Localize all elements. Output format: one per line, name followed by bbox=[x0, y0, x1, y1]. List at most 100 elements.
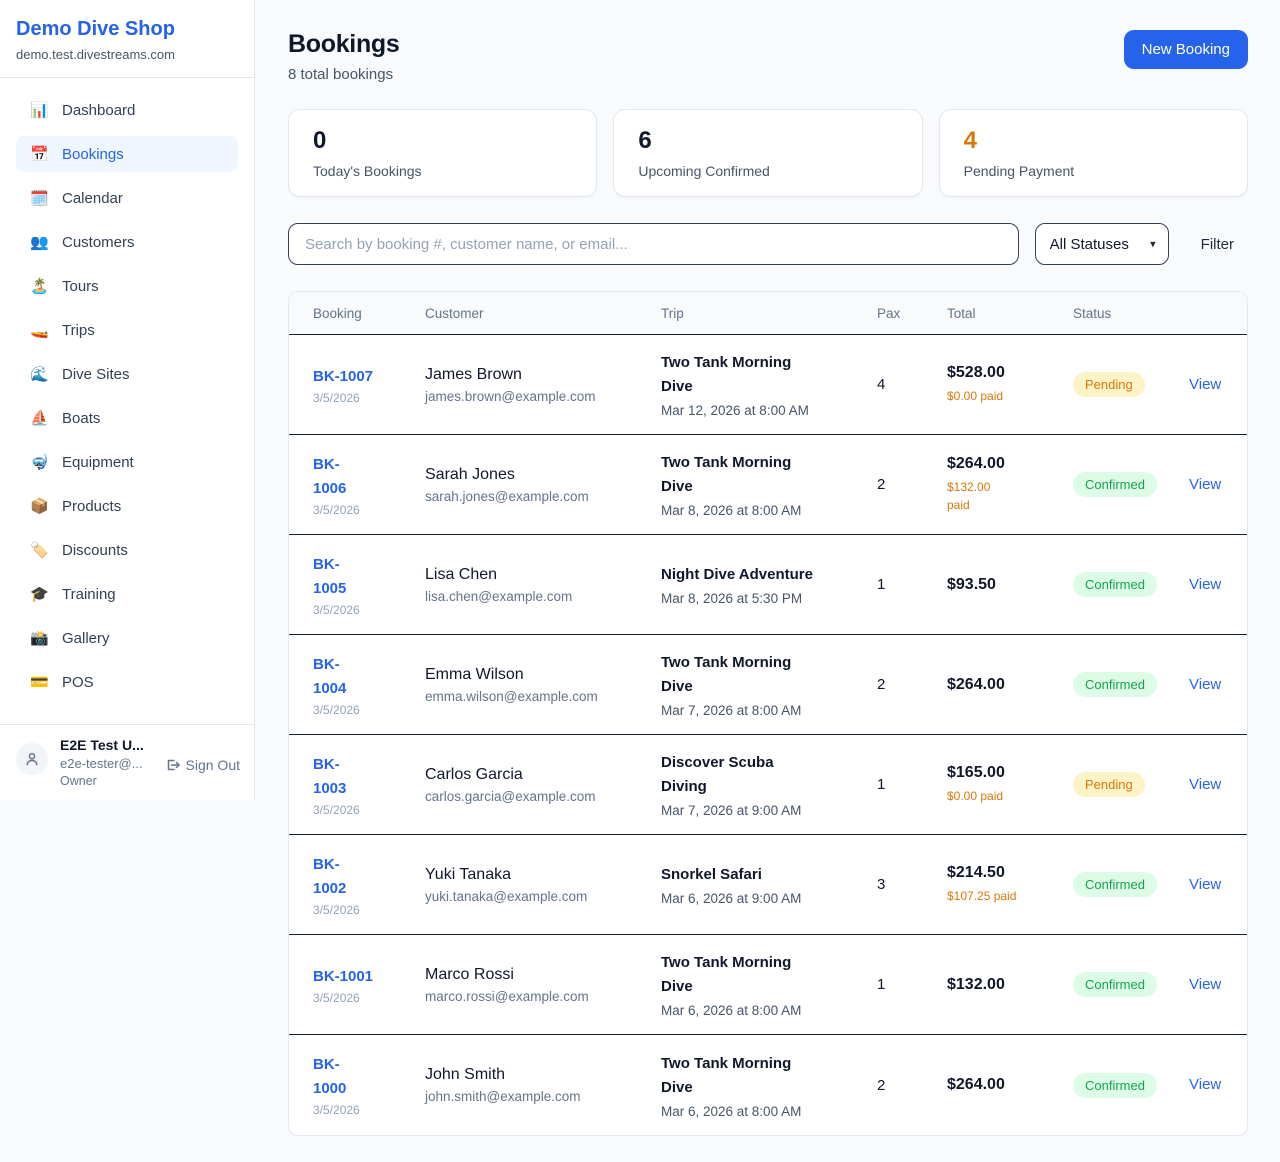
pax-count: 1 bbox=[877, 976, 947, 993]
table-row: BK-10013/5/2026Marco Rossimarco.rossi@ex… bbox=[289, 935, 1247, 1035]
customers-icon: 👥 bbox=[30, 233, 49, 251]
paid-amount: $107.25 paid bbox=[947, 887, 1073, 905]
sidebar-item-label: Customers bbox=[62, 234, 135, 251]
trip-name: Two Tank Morning Dive bbox=[661, 951, 877, 999]
booking-id-link[interactable]: BK- 1004 bbox=[313, 656, 346, 697]
pax-count: 2 bbox=[877, 476, 947, 493]
sidebar-item-equipment[interactable]: 🤿Equipment bbox=[16, 444, 238, 480]
pax-count: 2 bbox=[877, 1077, 947, 1094]
sidebar-item-gallery[interactable]: 📸Gallery bbox=[16, 620, 238, 656]
total-amount: $264.00 bbox=[947, 1076, 1073, 1094]
stats-cards: 0Today's Bookings6Upcoming Confirmed4Pen… bbox=[288, 109, 1248, 197]
booking-id-link[interactable]: BK- 1005 bbox=[313, 556, 346, 597]
customer-email: john.smith@example.com bbox=[425, 1089, 661, 1104]
user-role: Owner bbox=[60, 774, 144, 788]
status-badge: Confirmed bbox=[1073, 872, 1157, 897]
user-info: E2E Test U... e2e-tester@... Owner bbox=[60, 737, 144, 788]
table-row: BK- 10023/5/2026Yuki Tanakayuki.tanaka@e… bbox=[289, 835, 1247, 935]
status-filter-select[interactable]: All Statuses bbox=[1035, 223, 1169, 265]
booking-id-link[interactable]: BK-1007 bbox=[313, 368, 373, 385]
trip-cell: Two Tank Morning DiveMar 6, 2026 at 8:00… bbox=[661, 1052, 877, 1119]
view-link[interactable]: View bbox=[1189, 776, 1221, 793]
col-header-booking: Booking bbox=[313, 306, 425, 321]
filters-toolbar: All Statuses ▾ Filter bbox=[288, 223, 1248, 265]
filter-button[interactable]: Filter bbox=[1187, 228, 1248, 261]
booking-date: 3/5/2026 bbox=[313, 1103, 425, 1117]
trip-datetime: Mar 8, 2026 at 5:30 PM bbox=[661, 591, 877, 606]
booking-id-link[interactable]: BK- 1002 bbox=[313, 856, 346, 897]
total-amount: $93.50 bbox=[947, 576, 1073, 594]
view-link[interactable]: View bbox=[1189, 976, 1221, 993]
total-cell: $264.00 bbox=[947, 676, 1073, 694]
view-link[interactable]: View bbox=[1189, 676, 1221, 693]
booking-date: 3/5/2026 bbox=[313, 991, 425, 1005]
actions-cell: View bbox=[1189, 376, 1223, 394]
sidebar-item-trips[interactable]: 🚤Trips bbox=[16, 312, 238, 348]
sidebar-item-products[interactable]: 📦Products bbox=[16, 488, 238, 524]
booking-date: 3/5/2026 bbox=[313, 503, 425, 517]
trip-datetime: Mar 7, 2026 at 9:00 AM bbox=[661, 803, 877, 818]
actions-cell: View bbox=[1189, 1076, 1223, 1094]
view-link[interactable]: View bbox=[1189, 1076, 1221, 1093]
sidebar-item-boats[interactable]: ⛵Boats bbox=[16, 400, 238, 436]
sidebar-item-pos[interactable]: 💳POS bbox=[16, 664, 238, 700]
status-filter-wrap: All Statuses ▾ bbox=[1035, 223, 1169, 265]
view-link[interactable]: View bbox=[1189, 376, 1221, 393]
booking-id-link[interactable]: BK- 1000 bbox=[313, 1056, 346, 1097]
trip-name: Snorkel Safari bbox=[661, 863, 877, 887]
pax-count: 2 bbox=[877, 676, 947, 693]
status-badge: Confirmed bbox=[1073, 572, 1157, 597]
sign-out-button[interactable]: Sign Out bbox=[164, 757, 240, 773]
bookings-icon: 📅 bbox=[30, 145, 49, 163]
sidebar-item-discounts[interactable]: 🏷️Discounts bbox=[16, 532, 238, 568]
booking-cell: BK- 10033/5/2026 bbox=[313, 753, 425, 817]
paid-amount: $132.00 paid bbox=[947, 478, 1073, 514]
table-row: BK- 1000 3/5/2026John Smithjohn.smith@exa… bbox=[289, 1035, 1247, 1135]
page-title: Bookings bbox=[288, 30, 400, 59]
customer-email: yuki.tanaka@example.com bbox=[425, 889, 661, 904]
sidebar-item-training[interactable]: 🎓Training bbox=[16, 576, 238, 612]
sidebar-item-bookings[interactable]: 📅Bookings bbox=[16, 136, 238, 172]
total-cell: $264.00$132.00 paid bbox=[947, 455, 1073, 514]
dashboard-icon: 📊 bbox=[30, 101, 49, 119]
sidebar-item-customers[interactable]: 👥 Customers bbox=[16, 224, 238, 260]
pax-count: 1 bbox=[877, 776, 947, 793]
sidebar-item-label: Trips bbox=[62, 322, 95, 339]
booking-id-link[interactable]: BK- 1006 bbox=[313, 456, 346, 497]
view-link[interactable]: View bbox=[1189, 576, 1221, 593]
sidebar-item-label: POS bbox=[62, 674, 94, 691]
user-email: e2e-tester@... bbox=[60, 756, 144, 771]
total-amount: $528.00 bbox=[947, 364, 1073, 382]
stat-card-today-s-bookings: 0Today's Bookings bbox=[288, 109, 597, 197]
calendar-icon: 🗓️ bbox=[30, 189, 49, 207]
trip-datetime: Mar 12, 2026 at 8:00 AM bbox=[661, 403, 877, 418]
sidebar-item-dive-sites[interactable]: 🌊Dive Sites bbox=[16, 356, 238, 392]
booking-cell: BK-1001 3/5/2026 bbox=[313, 965, 425, 1005]
trip-cell: Two Tank Morning DiveMar 8, 2026 at 8:00… bbox=[661, 451, 877, 518]
booking-id-link[interactable]: BK-1001 bbox=[313, 968, 373, 985]
booking-cell: BK- 1006 3/5/2026 bbox=[313, 453, 425, 517]
customer-name: Lisa Chen bbox=[425, 566, 661, 584]
sidebar-item-tours[interactable]: 🏝️Tours bbox=[16, 268, 238, 304]
col-header-total: Total bbox=[947, 306, 1073, 321]
status-badge: Pending bbox=[1073, 772, 1145, 797]
sidebar-item-calendar[interactable]: 🗓️Calendar bbox=[16, 180, 238, 216]
customer-email: emma.wilson@example.com bbox=[425, 689, 661, 704]
customer-name: Marco Rossi bbox=[425, 966, 661, 984]
status-badge: Confirmed bbox=[1073, 672, 1157, 697]
sidebar-item-dashboard[interactable]: 📊Dashboard bbox=[16, 92, 238, 128]
total-cell: $264.00 bbox=[947, 1076, 1073, 1094]
view-link[interactable]: View bbox=[1189, 876, 1221, 893]
status-cell: Pending bbox=[1073, 372, 1189, 397]
search-input[interactable] bbox=[288, 223, 1019, 265]
new-booking-button[interactable]: New Booking bbox=[1124, 30, 1248, 69]
trip-cell: Discover Scuba DivingMar 7, 2026 at 9:00… bbox=[661, 751, 877, 818]
trip-cell: Snorkel SafariMar 6, 2026 at 9:00 AM bbox=[661, 863, 877, 906]
actions-cell: View bbox=[1189, 976, 1223, 994]
brand-block: Demo Dive Shop demo.test.divestreams.com bbox=[0, 0, 254, 78]
customer-cell: John Smithjohn.smith@example.com bbox=[425, 1066, 661, 1104]
view-link[interactable]: View bbox=[1189, 476, 1221, 493]
sign-out-label: Sign Out bbox=[186, 757, 240, 773]
booking-id-link[interactable]: BK- 1003 bbox=[313, 756, 346, 797]
total-cell: $528.00$0.00 paid bbox=[947, 364, 1073, 405]
